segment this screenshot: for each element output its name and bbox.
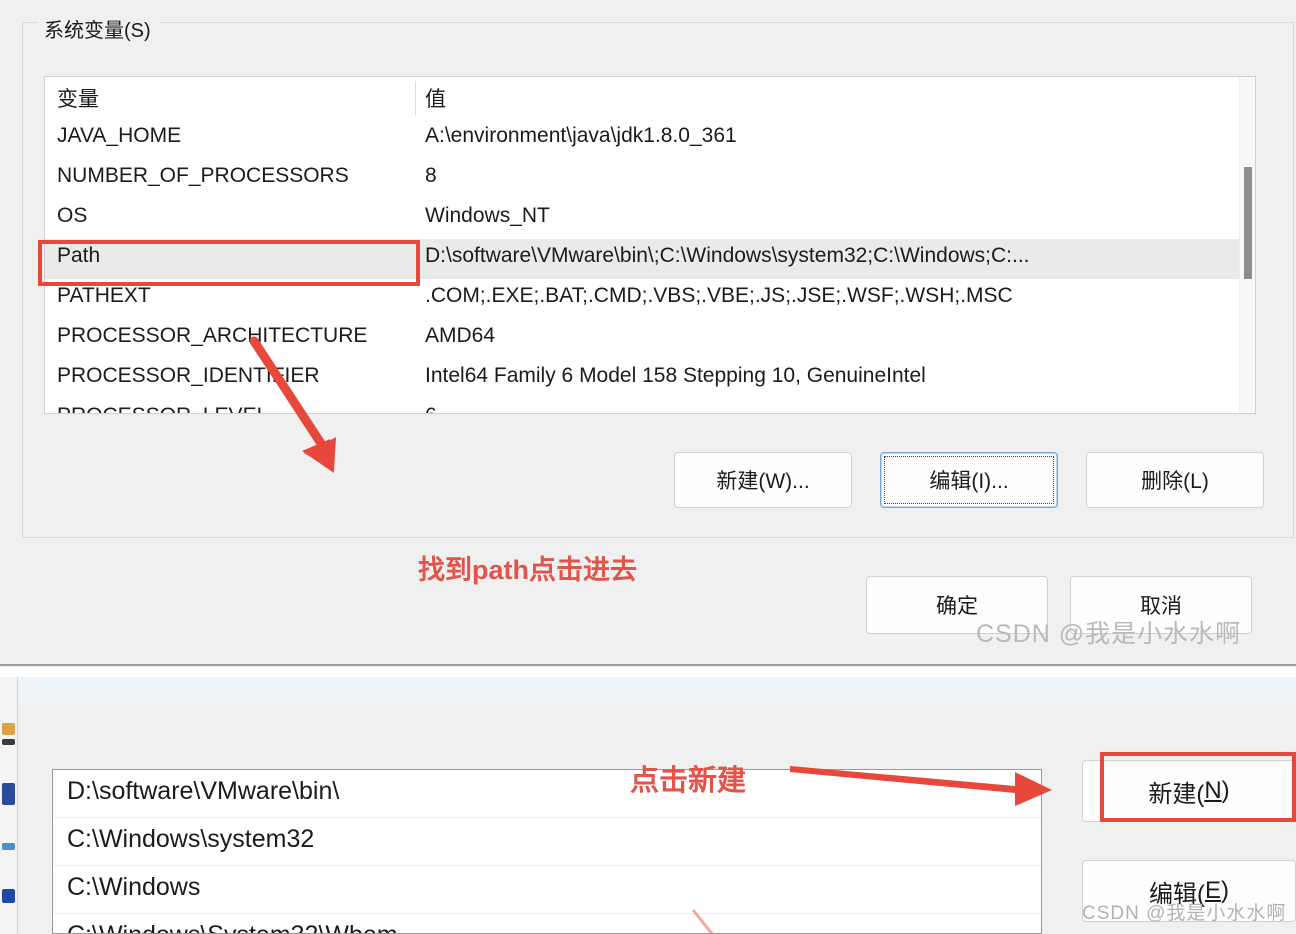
path-new-label-prefix: 新建( [1148,780,1205,808]
cell-variable-name: PROCESSOR_LEVEL [57,404,417,413]
cell-variable-name: OS [57,204,88,227]
edit-variable-button[interactable]: 编辑(I)... [880,452,1058,508]
cell-variable-value: A:\environment\java\jdk1.8.0_361 [425,124,737,147]
cell-variable-value: 8 [425,164,437,187]
table-row[interactable]: OS Windows_NT [45,199,1255,239]
path-new-label-suffix: ) [1221,777,1230,804]
table-row[interactable]: JAVA_HOME A:\environment\java\jdk1.8.0_36… [45,119,1255,159]
list-item[interactable]: C:\Windows\System32\Wbem [53,914,1041,933]
cell-variable-name: Path [57,244,101,267]
column-header-value[interactable]: 值 [425,83,446,113]
cell-variable-value: .COM;.EXE;.BAT;.CMD;.VBS;.VBE;.JS;.JSE;.… [425,284,1013,307]
cell-variable-name: PATHEXT [57,284,151,307]
path-new-accelerator: N [1204,777,1222,804]
path-entry-text: C:\Windows\system32 [67,825,315,853]
sliver-icon-folder [2,723,15,735]
table-row[interactable]: PATHEXT .COM;.EXE;.BAT;.CMD;.VBS;.VBE;.JS… [45,279,1255,319]
cell-variable-name: PROCESSOR_IDENTIFIER [57,364,320,387]
path-new-button[interactable]: 新建(N) [1082,760,1296,822]
path-entry-text: C:\Windows\System32\Wbem [67,921,398,933]
watermark-bottom: CSDN @我是小水水啊 [1082,903,1287,924]
table-row[interactable]: PROCESSOR_ARCHITECTURE AMD64 [45,319,1255,359]
cell-variable-value: AMD64 [425,324,496,347]
cell-variable-name: NUMBER_OF_PROCESSORS [57,164,349,187]
cell-variable-name: JAVA_HOME [57,124,182,147]
sliver-icon-app [2,889,15,903]
panel-gap [0,667,1296,677]
table-row[interactable]: Path D:\software\VMware\bin\;C:\Windows\s… [45,239,1255,279]
list-scrollbar[interactable] [1239,77,1255,413]
column-separator[interactable] [415,81,416,115]
list-header: 变量 值 [45,77,1255,119]
system-variables-list[interactable]: 变量 值 JAVA_HOME A:\environment\java\jdk1.8… [44,76,1256,414]
table-row[interactable]: NUMBER_OF_PROCESSORS 8 [45,159,1255,199]
scrollbar-thumb[interactable] [1244,167,1252,279]
cell-variable-value: Intel64 Family 6 Model 158 Stepping 10, … [425,364,926,387]
watermark-top: CSDN @我是小水水啊 [976,620,1242,648]
annotation-find-path-text: 找到path点击进去 [418,555,637,585]
list-item[interactable]: C:\Windows [53,866,1041,914]
list-item[interactable]: D:\software\VMware\bin\ [53,770,1041,818]
system-variables-dialog: 系统变量(S) 变量 值 JAVA_HOME A:\environment\jav… [0,0,1296,667]
list-item[interactable]: C:\Windows\system32 [53,818,1041,866]
sliver-icon-window [2,783,15,805]
panel-divider-line [0,664,1296,666]
screenshot-root: 系统变量(S) 变量 值 JAVA_HOME A:\environment\jav… [0,0,1296,934]
new-variable-button[interactable]: 新建(W)... [674,452,852,508]
edit-path-dialog: D:\software\VMware\bin\ C:\Windows\system… [0,677,1296,934]
system-variables-group-label: 系统变量(S) [38,18,159,44]
path-entries-list[interactable]: D:\software\VMware\bin\ C:\Windows\system… [52,769,1042,934]
table-row[interactable]: PROCESSOR_LEVEL 6 [45,399,1255,413]
cell-variable-value: 6 [425,404,1235,413]
dialog-title-strip [18,677,1296,705]
sliver-icon-accent [2,843,15,850]
background-window-sliver [0,677,18,934]
delete-variable-button[interactable]: 删除(L) [1086,452,1264,508]
path-entries-body: D:\software\VMware\bin\ C:\Windows\system… [53,770,1041,933]
cell-variable-value: Windows_NT [425,204,550,227]
column-header-variable[interactable]: 变量 [57,83,99,113]
table-row[interactable]: PROCESSOR_IDENTIFIER Intel64 Family 6 Mod… [45,359,1255,399]
annotation-click-new-text: 点击新建 [630,765,747,797]
cell-variable-name: PROCESSOR_ARCHITECTURE [57,324,368,347]
list-body: JAVA_HOME A:\environment\java\jdk1.8.0_36… [45,119,1255,413]
cell-variable-value: D:\software\VMware\bin\;C:\Windows\syste… [425,244,1030,267]
path-entry-text: C:\Windows [67,873,201,901]
sliver-icon-bar [2,739,15,745]
path-entry-text: D:\software\VMware\bin\ [67,777,340,805]
